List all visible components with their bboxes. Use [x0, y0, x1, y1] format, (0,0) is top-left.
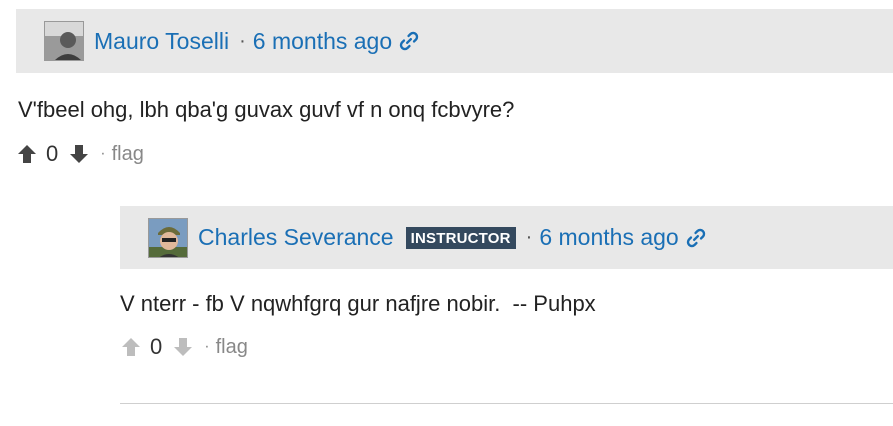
flag-link[interactable]: flag: [216, 336, 248, 359]
arrow-up-icon[interactable]: [16, 143, 38, 165]
vote-bar: 0 · flag: [120, 334, 893, 360]
flag-link[interactable]: flag: [112, 143, 144, 166]
separator-dot: ·: [525, 226, 533, 248]
separator-dot: ·: [100, 145, 106, 162]
separator-dot: ·: [204, 338, 210, 355]
author-link[interactable]: Mauro Toselli: [94, 28, 229, 55]
vote-score: 0: [150, 334, 163, 359]
comment-post: Mauro Toselli · 6 months ago V'fbeel ohg…: [16, 9, 893, 167]
comment-body: V'fbeel ohg, lbh qba'g guvax guvf vf n o…: [18, 97, 515, 122]
arrow-down-icon[interactable]: [68, 143, 90, 165]
comment-body: V nterr - fb V nqwhfgrq gur nafjre nobir…: [120, 291, 596, 316]
avatar[interactable]: [44, 21, 84, 61]
arrow-up-icon[interactable]: [120, 336, 142, 358]
vote-score: 0: [46, 141, 59, 166]
instructor-badge: INSTRUCTOR: [405, 226, 516, 249]
author-link[interactable]: Charles Severance: [198, 224, 394, 251]
arrow-down-icon[interactable]: [172, 336, 194, 358]
timestamp-link[interactable]: 6 months ago: [253, 28, 392, 55]
divider: [120, 403, 893, 404]
comment-header: Mauro Toselli · 6 months ago: [16, 9, 893, 73]
comment-header: Charles Severance INSTRUCTOR · 6 months …: [120, 206, 893, 269]
link-icon[interactable]: [685, 227, 707, 249]
separator-dot: ·: [239, 29, 246, 52]
avatar[interactable]: [148, 217, 188, 258]
timestamp-link[interactable]: 6 months ago: [539, 224, 678, 251]
link-icon[interactable]: [398, 30, 420, 52]
comment-reply: Charles Severance INSTRUCTOR · 6 months …: [120, 206, 893, 360]
vote-bar: 0 · flag: [16, 141, 893, 167]
